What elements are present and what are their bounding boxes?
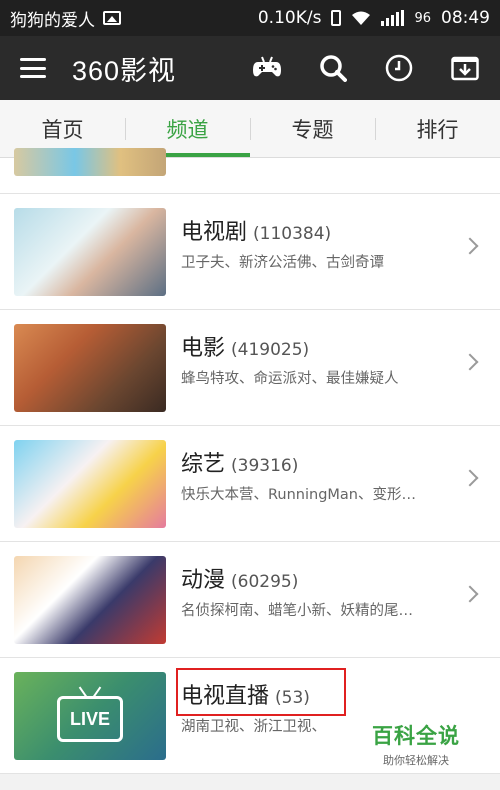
status-bar-left: 狗狗的爱人 <box>10 6 121 31</box>
image-notification-icon <box>103 11 121 25</box>
channel-thumbnail <box>14 208 166 296</box>
channel-item-variety[interactable]: 综艺 (39316) 快乐大本营、RunningMan、变形… <box>0 426 500 542</box>
vibrate-icon <box>331 10 342 26</box>
channel-title: 动漫 (60295) <box>181 568 299 593</box>
app-header: 360影视 <box>0 36 500 100</box>
channel-subtitle: 快乐大本营、RunningMan、变形… <box>181 487 417 503</box>
list-item-partial[interactable] <box>0 148 500 194</box>
tab-topics[interactable]: 专题 <box>250 100 375 157</box>
channel-thumbnail <box>14 556 166 644</box>
channel-subtitle: 蜂鸟特攻、命运派对、最佳嫌疑人 <box>181 371 399 387</box>
channel-subtitle: 名侦探柯南、蜡笔小新、妖精的尾… <box>181 603 413 619</box>
wifi-icon <box>352 11 371 25</box>
channel-thumbnail <box>14 324 166 412</box>
channel-thumbnail: LIVE <box>14 672 166 760</box>
signal-label: 96 <box>414 10 431 26</box>
status-bar-right: 0.10K/s 96 08:49 <box>258 8 490 28</box>
signal-icon <box>381 10 405 26</box>
clock: 08:49 <box>441 8 490 28</box>
channel-thumbnail <box>14 148 166 176</box>
tab-rankings[interactable]: 排行 <box>375 100 500 157</box>
watermark-subtitle: 助你轻松解决 <box>383 754 449 767</box>
channel-title: 电影 (419025) <box>181 336 310 361</box>
gamepad-icon[interactable] <box>252 53 282 83</box>
channel-subtitle: 卫子夫、新济公活佛、古剑奇谭 <box>181 255 384 271</box>
channel-count: (60295) <box>231 572 299 592</box>
notification-text: 狗狗的爱人 <box>10 10 95 31</box>
download-icon[interactable] <box>450 53 480 83</box>
status-bar: 狗狗的爱人 0.10K/s 96 08:49 <box>0 0 500 36</box>
history-clock-icon[interactable] <box>384 53 414 83</box>
chevron-right-icon <box>461 237 479 255</box>
chevron-right-icon <box>461 353 479 371</box>
watermark-title: 百科全说 <box>372 724 460 748</box>
chevron-right-icon <box>461 585 479 603</box>
app-logo: 360影视 <box>72 55 177 86</box>
highlight-box <box>176 668 346 716</box>
channel-list: 电视剧 (110384) 卫子夫、新济公活佛、古剑奇谭 电影 (419025) 蜂鸟… <box>0 148 500 774</box>
channel-count: (39316) <box>231 456 299 476</box>
watermark: 百科全说 助你轻松解决 <box>372 720 460 768</box>
channel-title: 综艺 (39316) <box>181 452 299 477</box>
menu-icon[interactable] <box>20 58 46 78</box>
channel-count: (110384) <box>253 224 332 244</box>
net-speed: 0.10K/s <box>257 8 322 28</box>
channel-count: (419025) <box>231 340 310 360</box>
channel-item-anime[interactable]: 动漫 (60295) 名侦探柯南、蜡笔小新、妖精的尾… <box>0 542 500 658</box>
channel-item-tv-series[interactable]: 电视剧 (110384) 卫子夫、新济公活佛、古剑奇谭 <box>0 194 500 310</box>
header-actions <box>252 53 480 83</box>
live-label: LIVE <box>69 708 110 729</box>
live-tv-icon: LIVE <box>57 696 123 742</box>
channel-item-movies[interactable]: 电影 (419025) 蜂鸟特攻、命运派对、最佳嫌疑人 <box>0 310 500 426</box>
search-icon[interactable] <box>318 53 348 83</box>
chevron-right-icon <box>461 469 479 487</box>
channel-thumbnail <box>14 440 166 528</box>
channel-title: 电视剧 (110384) <box>181 220 332 245</box>
